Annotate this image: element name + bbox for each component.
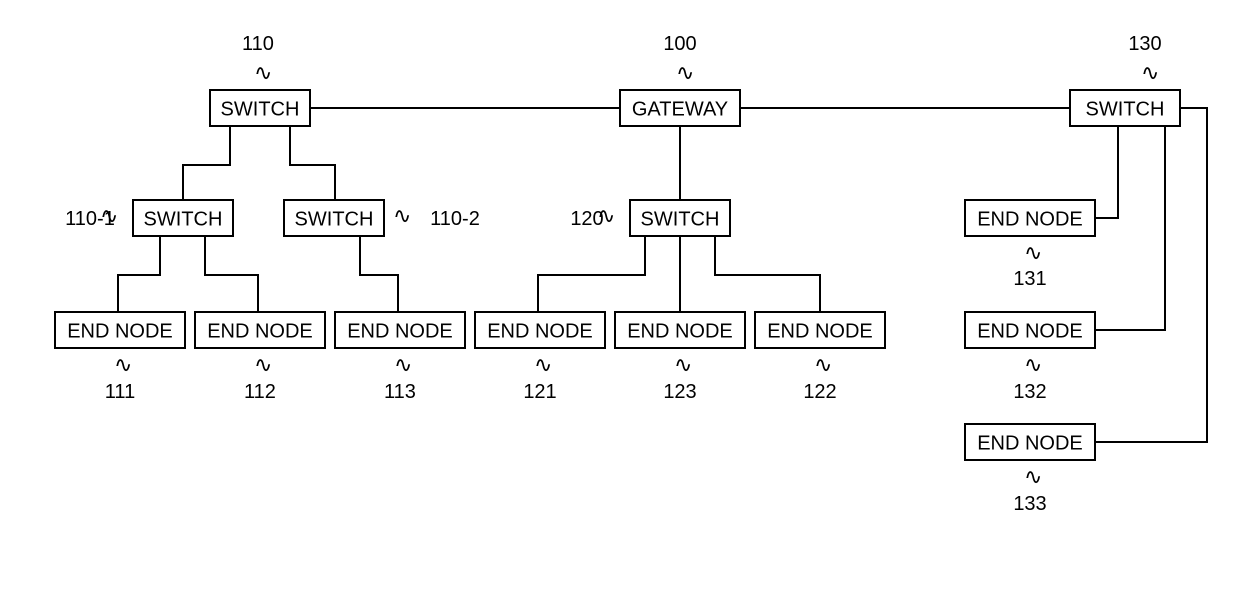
node-sw110-2-label: SWITCH xyxy=(295,208,374,230)
link-sw110-1-en112 xyxy=(205,236,258,312)
node-sw110-1-label: SWITCH xyxy=(144,208,223,230)
node-en121-label: END NODE xyxy=(487,320,593,342)
node-en122: END NODE 122 ∿ xyxy=(755,312,885,403)
node-en123: END NODE 123 ∿ xyxy=(615,312,745,403)
node-en122-label: END NODE xyxy=(767,320,873,342)
node-sw110: SWITCH 110 ∿ xyxy=(210,33,310,126)
node-sw130-ref: 130 xyxy=(1128,33,1161,55)
svg-text:∿: ∿ xyxy=(1024,240,1042,265)
node-en111-ref: 111 xyxy=(105,381,135,403)
node-en131-ref: 131 xyxy=(1013,268,1046,290)
svg-text:∿: ∿ xyxy=(1141,60,1159,85)
node-en113-label: END NODE xyxy=(347,320,453,342)
node-sw110-ref: 110 xyxy=(242,33,274,55)
node-en132-ref: 132 xyxy=(1013,381,1046,403)
node-en133: END NODE 133 ∿ xyxy=(965,424,1095,515)
node-sw110-label: SWITCH xyxy=(221,98,300,120)
node-sw120: SWITCH 120 ∿ xyxy=(570,200,730,236)
node-en132: END NODE 132 ∿ xyxy=(965,312,1095,403)
link-sw110-1-en111 xyxy=(118,236,160,312)
svg-text:∿: ∿ xyxy=(100,203,118,228)
link-sw120-en121 xyxy=(538,236,645,312)
svg-text:∿: ∿ xyxy=(676,60,694,85)
link-sw130-en132 xyxy=(1095,126,1165,330)
node-en122-ref: 122 xyxy=(803,381,836,403)
node-en131: END NODE 131 ∿ xyxy=(965,200,1095,290)
node-sw110-2-ref: 110-2 xyxy=(430,208,480,230)
svg-text:∿: ∿ xyxy=(1024,352,1042,377)
node-en123-label: END NODE xyxy=(627,320,733,342)
node-en113-ref: 113 xyxy=(384,381,416,403)
svg-text:∿: ∿ xyxy=(393,203,411,228)
node-en111-label: END NODE xyxy=(67,320,173,342)
link-sw110-sw110-1 xyxy=(183,126,230,200)
svg-text:∿: ∿ xyxy=(254,60,272,85)
node-en112: END NODE 112 ∿ xyxy=(195,312,325,403)
network-diagram: GATEWAY 100 ∿ SWITCH 110 ∿ SWITCH 130 ∿ … xyxy=(0,0,1240,597)
node-sw130: SWITCH 130 ∿ xyxy=(1070,33,1180,126)
link-sw110-sw110-2 xyxy=(290,126,335,200)
svg-text:∿: ∿ xyxy=(597,203,615,228)
node-en111: END NODE 111 ∿ xyxy=(55,312,185,403)
node-en131-label: END NODE xyxy=(977,208,1083,230)
node-gateway: GATEWAY 100 ∿ xyxy=(620,33,740,126)
svg-text:∿: ∿ xyxy=(674,352,692,377)
link-sw130-en133 xyxy=(1095,108,1207,442)
svg-text:∿: ∿ xyxy=(114,352,132,377)
node-sw110-1: SWITCH 110-1 ∿ xyxy=(65,200,233,236)
node-sw120-label: SWITCH xyxy=(641,208,720,230)
node-en133-ref: 133 xyxy=(1013,493,1046,515)
node-gateway-ref: 100 xyxy=(663,33,696,55)
link-sw110-2-en113 xyxy=(360,236,398,312)
node-gateway-label: GATEWAY xyxy=(632,98,728,120)
svg-text:∿: ∿ xyxy=(534,352,552,377)
node-en121: END NODE 121 ∿ xyxy=(475,312,605,403)
node-en123-ref: 123 xyxy=(663,381,696,403)
svg-text:∿: ∿ xyxy=(394,352,412,377)
node-en121-ref: 121 xyxy=(523,381,556,403)
svg-text:∿: ∿ xyxy=(1024,464,1042,489)
node-en112-label: END NODE xyxy=(207,320,313,342)
node-en132-label: END NODE xyxy=(977,320,1083,342)
node-en112-ref: 112 xyxy=(244,381,276,403)
node-sw110-2: SWITCH 110-2 ∿ xyxy=(284,200,480,236)
svg-text:∿: ∿ xyxy=(814,352,832,377)
link-sw130-en131 xyxy=(1095,126,1118,218)
link-sw120-en122 xyxy=(715,236,820,312)
node-sw130-label: SWITCH xyxy=(1086,98,1165,120)
svg-text:∿: ∿ xyxy=(254,352,272,377)
node-en113: END NODE 113 ∿ xyxy=(335,312,465,403)
node-en133-label: END NODE xyxy=(977,432,1083,454)
